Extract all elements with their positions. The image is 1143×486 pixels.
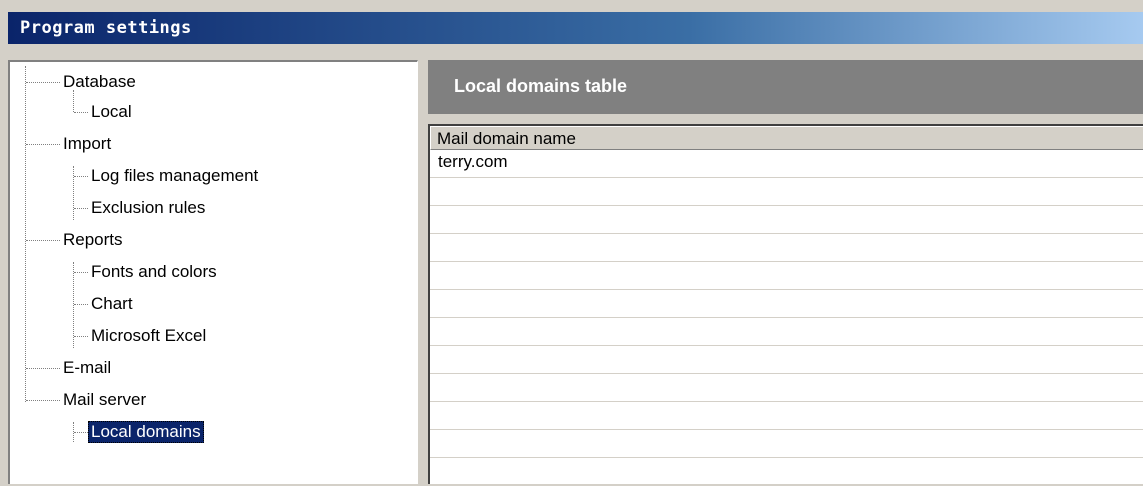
table-row-empty[interactable] [430, 234, 1143, 262]
table-row-empty[interactable] [430, 458, 1143, 486]
tree-guide-database [73, 90, 74, 112]
panel-header: Local domains table [428, 60, 1143, 114]
column-header-label: Mail domain name [437, 129, 576, 148]
tree-item-label: Reports [63, 230, 123, 249]
tree-item-label: Local domains [88, 421, 204, 443]
table-row-empty[interactable] [430, 402, 1143, 430]
tree-item-label: Microsoft Excel [91, 326, 207, 345]
table-row-empty[interactable] [430, 290, 1143, 318]
table-row-empty[interactable] [430, 430, 1143, 458]
table-row-empty[interactable] [430, 206, 1143, 234]
table-row-empty[interactable] [430, 374, 1143, 402]
table-cell: terry.com [438, 152, 508, 171]
tree-item-label: Chart [91, 294, 133, 313]
column-header-mail-domain-name[interactable]: Mail domain name [430, 126, 1143, 150]
tree-item-label: Log files management [91, 166, 259, 185]
tree-item-label: Fonts and colors [91, 262, 217, 281]
panel-title: Local domains table [454, 76, 628, 96]
domains-table[interactable]: Mail domain name terry.com [428, 124, 1143, 486]
window-title: Program settings [20, 18, 192, 38]
table-row[interactable]: terry.com [430, 150, 1143, 178]
tree-item-label: Local [91, 102, 132, 121]
tree-item-label: Mail server [63, 390, 147, 409]
table-row-empty[interactable] [430, 178, 1143, 206]
settings-panel: Local domains table Mail domain name ter… [428, 60, 1143, 486]
tree-item-label: E-mail [63, 358, 112, 377]
table-row-empty[interactable] [430, 318, 1143, 346]
title-bar: Program settings [8, 12, 1143, 44]
table-row-empty[interactable] [430, 346, 1143, 374]
tree-item-label: Database [63, 72, 136, 91]
tree-guide-root [25, 66, 26, 402]
tree-item-label: Exclusion rules [91, 198, 206, 217]
settings-tree[interactable]: Database Local Import Log files manageme… [8, 60, 418, 484]
tree-guide-import [73, 166, 74, 220]
table-row-empty[interactable] [430, 262, 1143, 290]
tree-item-label: Import [63, 134, 112, 153]
